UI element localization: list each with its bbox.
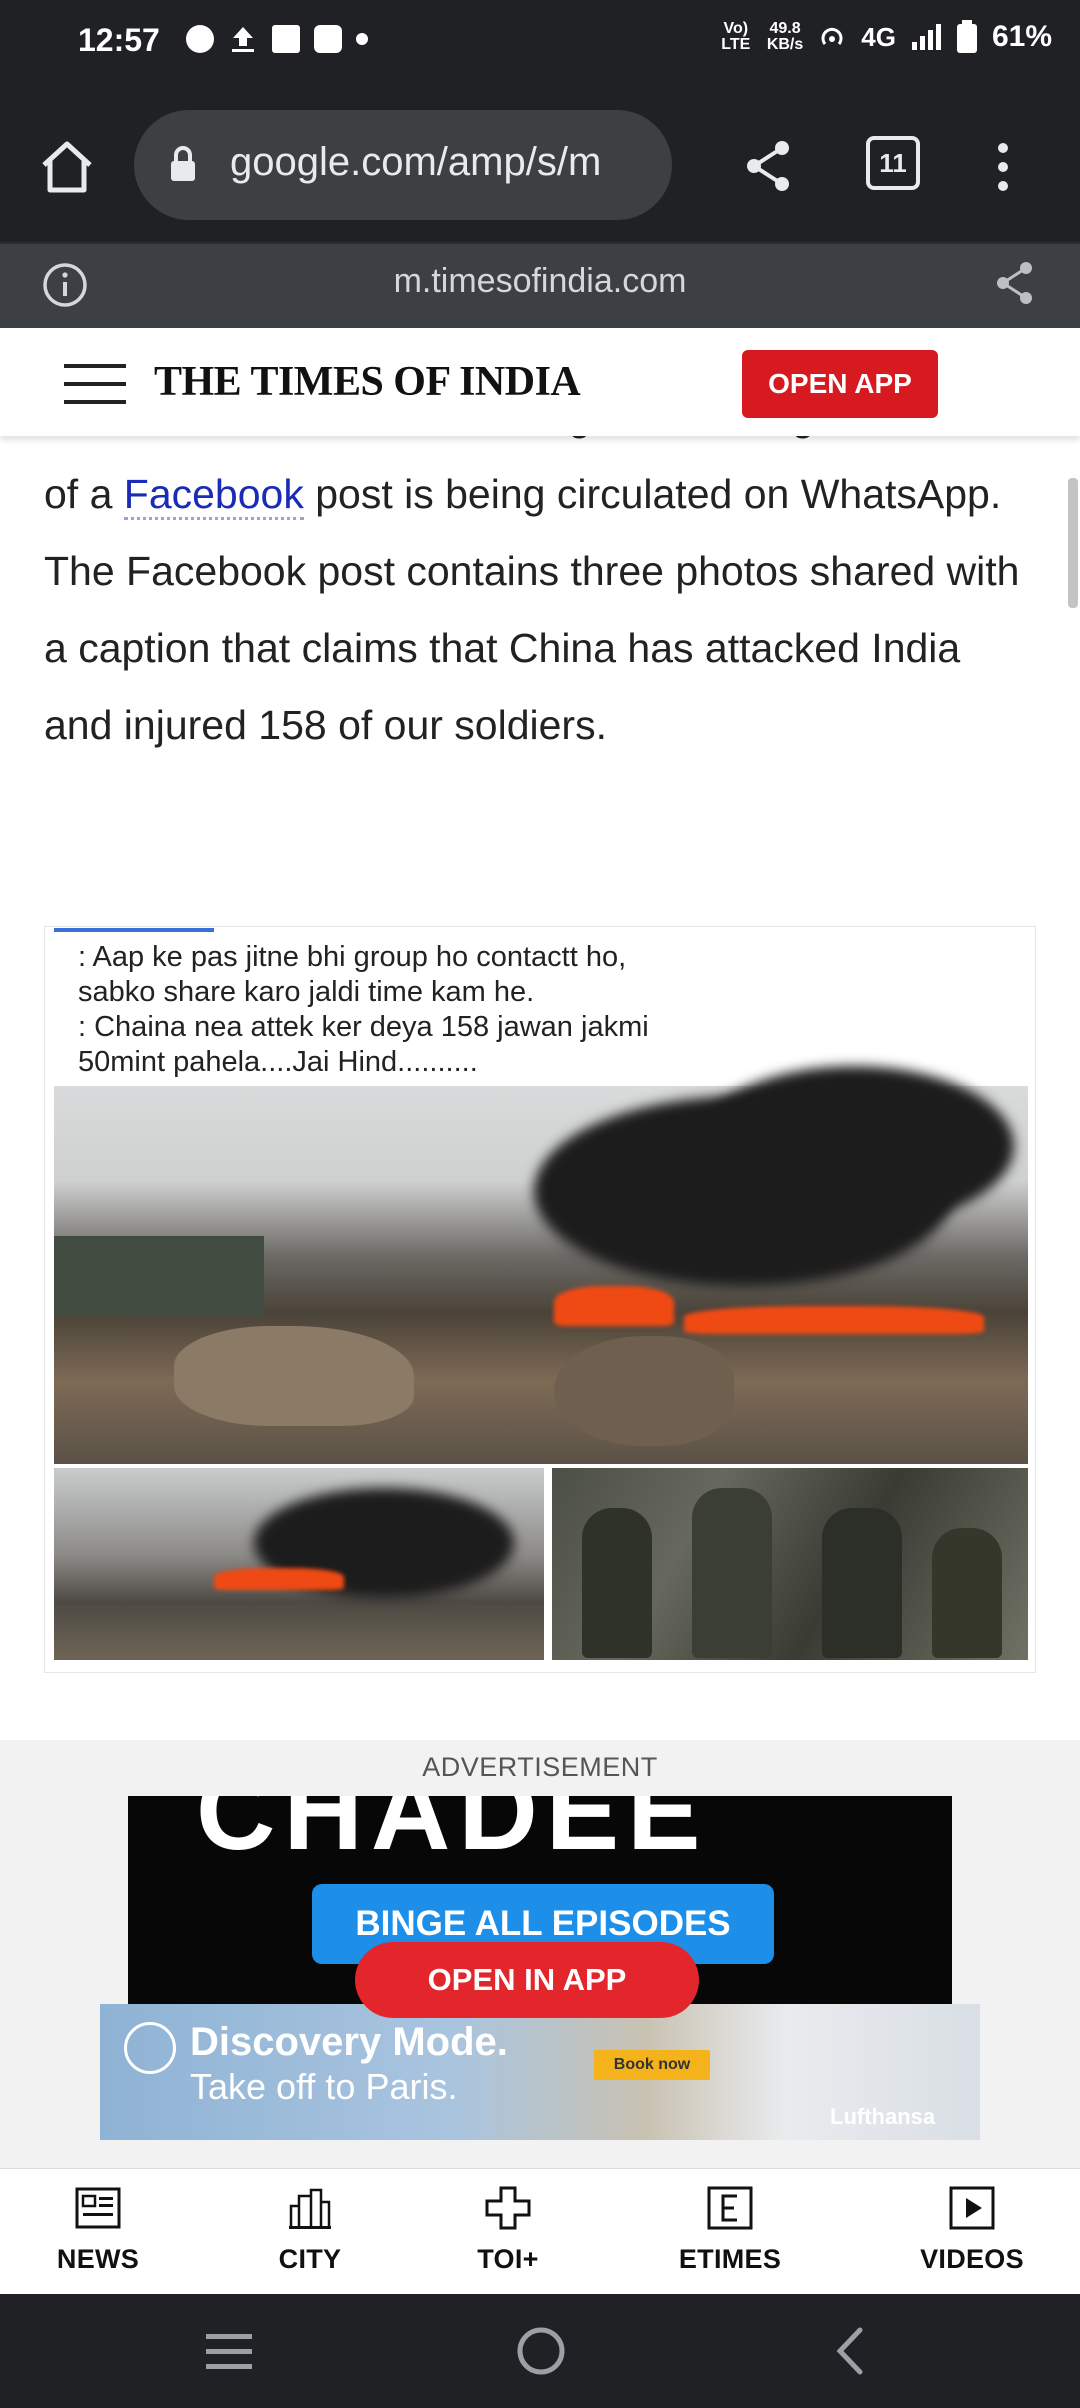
nav-label: NEWS: [56, 2244, 140, 2274]
source-domain: m.timesofindia.com: [393, 262, 687, 300]
photo-fire: [684, 1306, 984, 1334]
post-photo-smoke: [54, 1468, 544, 1660]
lufthansa-banner-ad[interactable]: Discovery Mode. Take off to Paris. Book …: [100, 2004, 980, 2140]
lufthansa-crane-logo-icon: [124, 2022, 176, 2074]
net-speed-value: 49.8: [769, 20, 801, 37]
photo-soldier: [582, 1508, 652, 1658]
page-scrollbar[interactable]: [1068, 478, 1078, 608]
facebook-link[interactable]: Facebook: [123, 471, 304, 520]
book-now-button[interactable]: Book now: [594, 2050, 710, 2080]
volte-indicator: Vo) LTE: [721, 20, 751, 53]
tab-switcher-button[interactable]: 11: [866, 136, 920, 190]
status-right: Vo) LTE 49.8 KB/s 4G 61%: [719, 20, 1052, 54]
banner-title: Discovery Mode.: [190, 2020, 508, 2064]
post-accent-bar: [54, 928, 214, 932]
share-icon[interactable]: [742, 138, 794, 194]
photo-building: [54, 1236, 264, 1316]
notification-icons: [186, 24, 368, 54]
status-bar: 12:57 Vo) LTE 49.8 KB/s 4G 61%: [0, 0, 1080, 92]
url-text[interactable]: google.com/amp/s/m: [230, 140, 660, 185]
nav-item-city[interactable]: CITY: [230, 2186, 390, 2275]
nav-item-etimes[interactable]: ETIMES: [650, 2186, 810, 2275]
open-app-button[interactable]: OPEN APP: [742, 350, 938, 418]
home-nav-icon[interactable]: [516, 2326, 566, 2376]
photo-soldier: [822, 1508, 902, 1658]
etimes-icon: [707, 2186, 753, 2230]
amp-share-icon[interactable]: [994, 260, 1036, 306]
photo-soldier: [932, 1528, 1002, 1658]
status-time: 12:57: [78, 22, 160, 58]
caption-line: : Chaina nea attek ker deya 158 jawan ja…: [78, 1011, 649, 1043]
banner-subtitle: Take off to Paris.: [190, 2066, 458, 2107]
post-caption: : Aap ke pas jitne bhi group ho contactt…: [78, 940, 1018, 1080]
nav-item-videos[interactable]: VIDEOS: [892, 2186, 1052, 2275]
site-logo[interactable]: THE TIMES OF INDIA: [154, 358, 581, 406]
more-notifications-dot-icon: [356, 33, 368, 45]
nav-label: CITY: [278, 2244, 342, 2274]
photo-rock: [554, 1336, 734, 1446]
signal-icon: [911, 24, 941, 50]
net-speed-unit: KB/s: [766, 36, 804, 53]
photo-soldier: [692, 1488, 772, 1658]
play-icon: [949, 2186, 995, 2230]
post-photo-soldiers: [552, 1468, 1028, 1660]
newspaper-icon: [75, 2186, 121, 2230]
gallery-icon: [314, 25, 342, 53]
photo-fire: [214, 1568, 344, 1590]
city-buildings-icon: [287, 2186, 333, 2230]
home-icon[interactable]: [38, 138, 96, 196]
caption-line: sabko share karo jaldi time kam he.: [78, 976, 535, 1008]
recent-apps-icon[interactable]: [204, 2330, 254, 2374]
nav-item-toi-plus[interactable]: TOI+: [428, 2186, 588, 2275]
jio-icon: [186, 25, 214, 53]
article-text-before-link: of a: [44, 471, 124, 517]
photo-smoke: [694, 1066, 1014, 1226]
upload-icon: [232, 27, 254, 52]
caption-line: : Aap ke pas jitne bhi group ho contactt…: [78, 941, 627, 973]
hotspot-icon: [821, 27, 843, 45]
article-paragraph: of a Facebook post is being circulated o…: [44, 456, 1034, 764]
nav-label: ETIMES: [678, 2244, 782, 2274]
battery-icon: [956, 20, 977, 53]
post-photo-fire: [54, 1066, 1028, 1464]
lock-icon: [171, 146, 195, 181]
article-body: India and China in Ladakh region, screen…: [44, 414, 1034, 764]
back-nav-icon[interactable]: [830, 2326, 870, 2376]
battery-level: 61%: [991, 20, 1052, 53]
banner-brand: Lufthansa: [830, 2104, 936, 2129]
hamburger-menu-icon[interactable]: [64, 364, 126, 404]
net-speed: 49.8 KB/s: [767, 21, 803, 53]
overflow-menu-icon[interactable]: [988, 140, 1018, 194]
nav-item-news[interactable]: NEWS: [18, 2186, 178, 2275]
photo-rock: [174, 1326, 414, 1426]
nav-label: TOI+: [477, 2244, 539, 2274]
advertisement-label: ADVERTISEMENT: [422, 1752, 658, 1782]
nav-label: VIDEOS: [920, 2244, 1024, 2274]
toi-plus-icon: [485, 2186, 531, 2230]
open-in-app-button[interactable]: OPEN IN APP: [355, 1942, 699, 2018]
network-type: 4G: [861, 21, 896, 52]
photo-fire: [554, 1286, 674, 1326]
zomato-icon: [272, 25, 300, 53]
